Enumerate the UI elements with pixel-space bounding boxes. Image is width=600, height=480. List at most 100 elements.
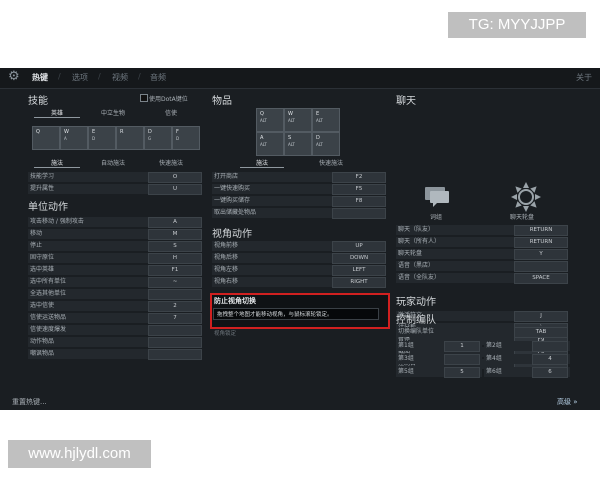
camera-actions-title: 视角动作 xyxy=(212,229,252,240)
control-groups-title: 控制编队 xyxy=(396,315,436,326)
tab-autocast[interactable]: 自动施法 xyxy=(90,158,136,167)
tab-hero[interactable]: 英雄 xyxy=(34,108,80,118)
hotkey-row: 语音（黑店） xyxy=(396,261,568,272)
tab-item-cast[interactable]: 施法 xyxy=(240,158,284,168)
row-label: 视角左移 xyxy=(214,266,239,273)
tab-neutral[interactable]: 中立生物 xyxy=(90,108,136,117)
group-row: 第2组 xyxy=(484,341,570,352)
watermark-top: TG: MYYJJPP xyxy=(448,12,586,38)
row-label: 第4组 xyxy=(486,355,502,362)
skill-slot-w[interactable]: WA xyxy=(60,126,88,150)
hotkey-button[interactable]: 6 xyxy=(532,367,568,378)
hotkey-button[interactable]: S xyxy=(148,241,202,252)
hotkey-row: 选中信使 2 xyxy=(28,301,202,312)
hotkey-button[interactable]: TAB xyxy=(514,327,568,338)
hotkey-row: 动作物品 xyxy=(28,337,202,348)
dota-keys-checkbox[interactable] xyxy=(140,94,148,102)
hotkey-button[interactable] xyxy=(148,289,202,300)
tab-options[interactable]: 选项 xyxy=(72,72,88,83)
about-button[interactable]: 关于 xyxy=(576,72,592,83)
item-slot-6[interactable]: D ALT xyxy=(312,132,340,156)
hotkey-button[interactable]: H xyxy=(148,253,202,264)
hotkey-button[interactable]: F1 xyxy=(148,265,202,276)
hotkey-button[interactable]: J xyxy=(514,311,568,322)
hotkey-button[interactable]: U xyxy=(148,184,202,195)
dota-keys-label: 使用DotA键位 xyxy=(149,96,188,103)
hotkey-button[interactable] xyxy=(148,337,202,348)
hotkey-button[interactable]: RETURN xyxy=(514,237,568,248)
row-label: 信使运送物品 xyxy=(30,314,67,321)
skill-sub: D xyxy=(176,136,180,141)
hotkey-button[interactable]: 5 xyxy=(444,367,480,378)
hotkey-row: 语音（全队友） SPACE xyxy=(396,273,568,284)
hotkey-button[interactable]: LEFT xyxy=(332,265,386,276)
advanced-link[interactable]: 高级 » xyxy=(557,397,578,407)
row-label: 全选其他单位 xyxy=(30,290,67,297)
item-slot-2[interactable]: W ALT xyxy=(284,108,312,132)
row-label: 技能学习 xyxy=(30,173,55,180)
tab-item-quickcast[interactable]: 快速施法 xyxy=(306,158,356,167)
group-row: 第5组 5 xyxy=(396,367,482,378)
row-label: 第3组 xyxy=(398,355,414,362)
skill-slot-q[interactable]: Q xyxy=(32,126,60,150)
tab-cast[interactable]: 施法 xyxy=(34,158,80,168)
hotkey-button[interactable]: RIGHT xyxy=(332,277,386,288)
row-label: 取出储藏处物品 xyxy=(214,209,257,216)
hotkey-button[interactable]: F5 xyxy=(332,184,386,195)
tab-hotkeys[interactable]: 热键 xyxy=(32,72,48,83)
hotkey-button[interactable]: Y xyxy=(514,249,568,260)
hotkey-button[interactable] xyxy=(532,341,568,352)
skill-slot-f[interactable]: FD xyxy=(172,126,200,150)
hotkey-row: 嘲讽物品 xyxy=(28,349,202,360)
hotkey-button[interactable] xyxy=(148,325,202,336)
tab-video[interactable]: 视频 xyxy=(112,72,128,83)
tab-audio[interactable]: 音频 xyxy=(150,72,166,83)
hotkey-row: 全选其他单位 xyxy=(28,289,202,300)
hotkey-row: 聊天（所有人） RETURN xyxy=(396,237,568,248)
row-label: 选中信使 xyxy=(30,302,55,309)
hotkey-row: 移动 M xyxy=(28,229,202,240)
hotkey-row: 固守原位 H xyxy=(28,253,202,264)
tab-courier[interactable]: 信使 xyxy=(148,108,194,117)
row-label: 第2组 xyxy=(486,342,502,349)
item-slot-1[interactable]: Q ALT xyxy=(256,108,284,132)
chat-bubble-icon[interactable] xyxy=(424,186,450,208)
reset-hotkeys-link[interactable]: 重置热键... xyxy=(12,397,47,407)
hotkey-button[interactable]: 7 xyxy=(148,313,202,324)
hotkey-button[interactable]: M xyxy=(148,229,202,240)
row-label: 固守原位 xyxy=(30,254,55,261)
hotkey-row: 信使运送物品 7 xyxy=(28,313,202,324)
skill-slot-d[interactable]: DG xyxy=(144,126,172,150)
hotkey-row: 切换编队单位 TAB xyxy=(396,327,568,338)
hotkey-row: 聊天轮盘 Y xyxy=(396,249,568,260)
hotkey-button[interactable]: DOWN xyxy=(332,253,386,264)
hotkey-button[interactable]: O xyxy=(148,172,202,183)
item-slot-4[interactable]: A ALT xyxy=(256,132,284,156)
hotkey-button[interactable]: 1 xyxy=(444,341,480,352)
hotkey-button[interactable] xyxy=(444,354,480,365)
row-label: 提升属性 xyxy=(30,185,55,192)
chat-wheel-icon[interactable] xyxy=(510,181,542,213)
hotkey-button[interactable]: ~ xyxy=(148,277,202,288)
hotkey-button[interactable]: RETURN xyxy=(514,225,568,236)
hotkey-button[interactable]: UP xyxy=(332,241,386,252)
hotkey-button[interactable]: 4 xyxy=(532,354,568,365)
skill-slot-r[interactable]: R xyxy=(116,126,144,150)
hotkey-row: 视角前移 UP xyxy=(212,241,386,252)
item-slot-3[interactable]: E ALT xyxy=(312,108,340,132)
hotkey-row: 技能学习 O xyxy=(28,172,202,183)
hotkey-button[interactable] xyxy=(148,349,202,360)
row-label: 选中英雄 xyxy=(30,266,55,273)
hotkey-button[interactable]: SPACE xyxy=(514,273,568,284)
item-slot-5[interactable]: S ALT xyxy=(284,132,312,156)
row-label: 视角后移 xyxy=(214,254,239,261)
tab-quickcast[interactable]: 快速施法 xyxy=(148,158,194,167)
hotkey-button[interactable]: F8 xyxy=(332,196,386,207)
row-label: 第6组 xyxy=(486,368,502,375)
hotkey-button[interactable] xyxy=(514,261,568,272)
hotkey-button[interactable]: A xyxy=(148,217,202,228)
hotkey-button[interactable] xyxy=(332,208,386,219)
hotkey-button[interactable]: F2 xyxy=(332,172,386,183)
hotkey-button[interactable]: 2 xyxy=(148,301,202,312)
skill-slot-e[interactable]: ED xyxy=(88,126,116,150)
